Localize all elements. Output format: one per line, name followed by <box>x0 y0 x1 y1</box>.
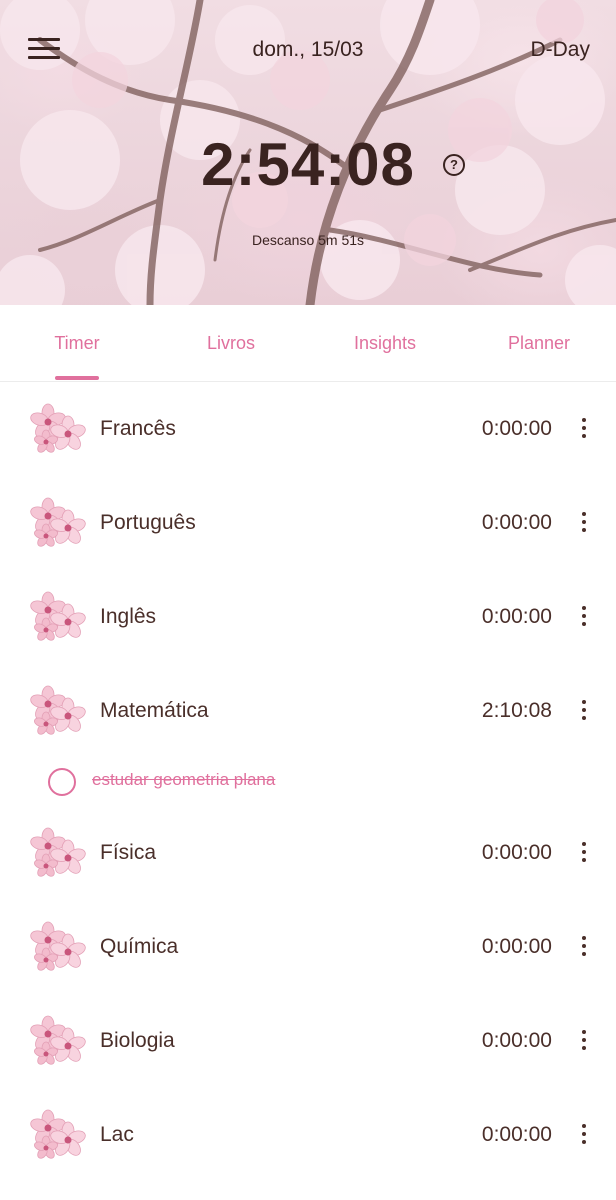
active-tab-indicator <box>55 376 99 380</box>
subject-time: 0:00:00 <box>481 511 552 534</box>
subject-name: Matemática <box>100 699 209 722</box>
more-options-icon[interactable] <box>574 700 594 724</box>
subject-name: Português <box>100 511 196 534</box>
subject-name: Lac <box>100 1123 134 1146</box>
subject-time: 0:00:00 <box>481 417 552 440</box>
subject-time: 0:00:00 <box>481 605 552 628</box>
subject-row[interactable]: Português 0:00:00 <box>0 476 616 570</box>
subject-time: 0:00:00 <box>481 1123 552 1146</box>
more-options-icon[interactable] <box>574 1030 594 1054</box>
subject-row[interactable]: Francês 0:00:00 <box>0 382 616 476</box>
tab-bar: Timer Livros Insights Planner <box>0 305 616 382</box>
subject-row[interactable]: Química 0:00:00 <box>0 900 616 994</box>
cherry-blossom-icon <box>28 1109 86 1161</box>
subject-time: 2:10:08 <box>481 699 552 722</box>
subject-row[interactable]: Lac 0:00:00 <box>0 1088 616 1182</box>
subject-list: Francês 0:00:00 Português 0:00:00 Inglês… <box>0 382 616 1182</box>
subject-name: Química <box>100 935 179 958</box>
total-study-timer: 2:54:08 <box>201 131 415 198</box>
task-text[interactable]: estudar geometria plana <box>92 770 275 790</box>
more-options-icon[interactable] <box>574 418 594 442</box>
subject-name: Física <box>100 841 157 864</box>
rest-time-label: Descanso 5m 51s <box>251 232 365 248</box>
more-options-icon[interactable] <box>574 936 594 960</box>
more-options-icon[interactable] <box>574 1124 594 1148</box>
cherry-blossom-icon <box>28 403 86 455</box>
tab-planner[interactable]: Planner <box>462 305 616 381</box>
cherry-blossom-icon <box>28 685 86 737</box>
subject-time: 0:00:00 <box>481 935 552 958</box>
subject-name: Biologia <box>100 1029 175 1052</box>
subject-row[interactable]: Matemática 2:10:08 <box>0 664 616 758</box>
more-options-icon[interactable] <box>574 512 594 536</box>
subject-time: 0:00:00 <box>481 1029 552 1052</box>
dday-button[interactable]: D-Day <box>530 38 590 62</box>
task-item: estudar geometria plana <box>0 758 616 806</box>
header-background: dom., 15/03 D-Day 2:54:08 ? Descanso 5m … <box>0 0 616 305</box>
subject-row[interactable]: Física 0:00:00 <box>0 806 616 900</box>
cherry-blossom-icon <box>28 1015 86 1067</box>
more-options-icon[interactable] <box>574 606 594 630</box>
cherry-blossom-icon <box>28 827 86 879</box>
subject-row[interactable]: Biologia 0:00:00 <box>0 994 616 1088</box>
current-date: dom., 15/03 <box>252 38 364 61</box>
tab-timer[interactable]: Timer <box>0 305 154 381</box>
subject-time: 0:00:00 <box>481 841 552 864</box>
task-checkbox[interactable] <box>48 768 76 796</box>
tab-livros[interactable]: Livros <box>154 305 308 381</box>
subject-name: Inglês <box>100 605 157 628</box>
tab-insights[interactable]: Insights <box>308 305 462 381</box>
cherry-blossom-icon <box>28 497 86 549</box>
more-options-icon[interactable] <box>574 842 594 866</box>
subject-row[interactable]: Inglês 0:00:00 <box>0 570 616 664</box>
cherry-blossom-icon <box>28 591 86 643</box>
cherry-blossom-icon <box>28 921 86 973</box>
help-icon[interactable]: ? <box>443 154 465 176</box>
subject-name: Francês <box>100 417 176 440</box>
